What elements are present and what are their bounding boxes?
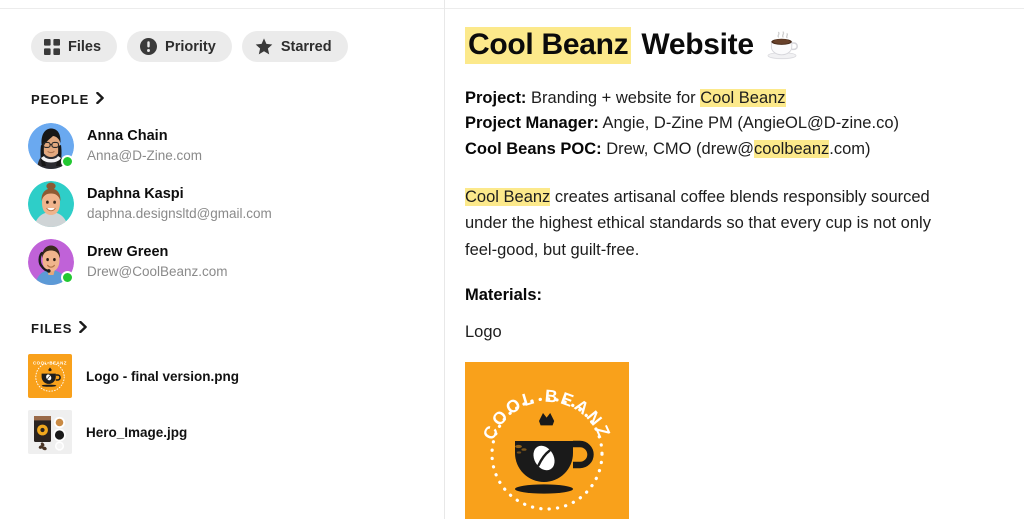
meta-label-project-manager: Project Manager:: [465, 114, 599, 133]
avatar: [28, 181, 74, 227]
status-badge-online: [61, 155, 74, 168]
files-list: COOL BEANZ Logo - final version.png Hero…: [0, 348, 444, 460]
chip-starred[interactable]: Starred: [241, 31, 348, 62]
chip-files-label: Files: [68, 38, 102, 55]
grid-icon: [44, 38, 60, 55]
page-title: Cool Beanz Website: [465, 27, 966, 64]
document-panel: Cool Beanz Website Project: Branding + w…: [445, 9, 1024, 519]
person-name: Daphna Kaspi: [87, 186, 184, 203]
meta-highlight-poc: coolbeanz: [754, 139, 830, 158]
chip-files[interactable]: Files: [31, 31, 118, 62]
avatar: [28, 239, 74, 285]
person-info: Daphna Kaspi daphna.designsltd@gmail.com: [87, 185, 272, 223]
list-item[interactable]: Daphna Kaspi daphna.designsltd@gmail.com: [0, 175, 444, 233]
meta-value-poc-suffix: .com): [829, 139, 871, 158]
file-name: Hero_Image.jpg: [86, 424, 188, 440]
file-thumbnail-logo: COOL BEANZ: [28, 354, 72, 398]
star-icon: [255, 38, 273, 55]
person-email: daphna.designsltd@gmail.com: [87, 205, 272, 221]
meta-label-poc: Cool Beans POC:: [465, 139, 602, 158]
exclamation-circle-icon: [140, 38, 158, 55]
description-paragraph: Cool Beanz creates artisanal coffee blen…: [465, 184, 966, 264]
files-section-title: FILES: [31, 321, 73, 336]
svg-text:COOL BEANZ: COOL BEANZ: [33, 361, 67, 366]
sidebar: Files Priority Starred PEOPLE Anna Chain…: [0, 9, 444, 519]
filter-chip-group: Files Priority Starred: [0, 9, 444, 62]
chip-priority[interactable]: Priority: [127, 31, 232, 62]
hot-beverage-emoji: [764, 30, 800, 60]
avatar: [28, 123, 74, 169]
meta-value-project-manager: Angie, D-Zine PM (AngieOL@D-zine.co): [598, 114, 899, 133]
meta-line-project-manager: Project Manager: Angie, D-Zine PM (Angie…: [465, 111, 966, 137]
meta-label-project: Project:: [465, 88, 527, 107]
person-email: Anna@D-Zine.com: [87, 147, 202, 163]
people-section-title: PEOPLE: [31, 92, 90, 107]
project-metadata: Project: Branding + website for Cool Bea…: [465, 86, 966, 163]
description-highlight: Cool Beanz: [465, 187, 551, 206]
person-email: Drew@CoolBeanz.com: [87, 263, 228, 279]
page-title-rest: Website: [641, 28, 754, 61]
files-section-header[interactable]: FILES: [0, 320, 444, 336]
meta-line-poc: Cool Beans POC: Drew, CMO (drew@coolbean…: [465, 137, 966, 163]
list-item[interactable]: COOL BEANZ Logo - final version.png: [0, 348, 444, 404]
chip-priority-label: Priority: [165, 38, 216, 55]
status-badge-online: [61, 271, 74, 284]
chevron-right-icon: [79, 320, 88, 336]
person-name: Drew Green: [87, 244, 169, 261]
chip-starred-label: Starred: [280, 38, 332, 55]
materials-heading: Materials:: [465, 285, 543, 304]
person-info: Drew Green Drew@CoolBeanz.com: [87, 243, 228, 281]
cool-beanz-logo-image[interactable]: COOL BEANZ: [465, 361, 629, 519]
page-title-highlight: Cool Beanz: [465, 27, 632, 64]
meta-value-project: Branding + website for: [526, 88, 701, 107]
file-thumbnail-hero: [28, 410, 72, 454]
people-section-header[interactable]: PEOPLE: [0, 91, 444, 107]
list-item[interactable]: Hero_Image.jpg: [0, 404, 444, 460]
chevron-right-icon: [96, 91, 105, 107]
file-name: Logo - final version.png: [86, 368, 239, 384]
meta-value-poc: Drew, CMO (drew@: [601, 139, 755, 158]
app-root: Files Priority Starred PEOPLE Anna Chain…: [0, 0, 1024, 519]
list-item[interactable]: Anna Chain Anna@D-Zine.com: [0, 117, 444, 175]
person-info: Anna Chain Anna@D-Zine.com: [87, 127, 202, 165]
list-item[interactable]: Drew Green Drew@CoolBeanz.com: [0, 233, 444, 291]
materials-item-logo: Logo: [465, 322, 502, 341]
people-list: Anna Chain Anna@D-Zine.com Daphna Kaspi …: [0, 117, 444, 291]
meta-line-project: Project: Branding + website for Cool Bea…: [465, 86, 966, 112]
meta-highlight-project: Cool Beanz: [700, 88, 786, 107]
person-name: Anna Chain: [87, 128, 168, 145]
